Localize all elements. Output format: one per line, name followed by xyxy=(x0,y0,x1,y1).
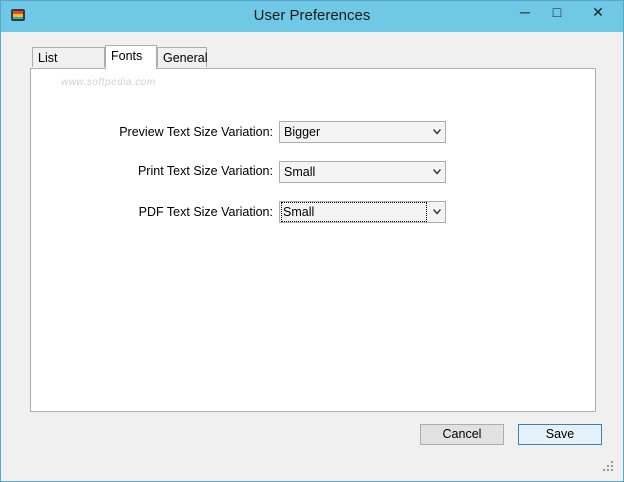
save-button[interactable]: Save xyxy=(518,424,602,445)
tab-list-options[interactable]: List Options xyxy=(32,47,105,85)
preview-size-select[interactable]: Bigger xyxy=(279,121,446,143)
dialog-client-area: List Options Fonts General www.softpedia… xyxy=(8,32,615,473)
print-size-value: Small xyxy=(284,165,316,179)
minimize-button[interactable]: ─ xyxy=(511,2,539,22)
watermark: www.softpedia.com xyxy=(61,77,156,88)
print-size-select[interactable]: Small xyxy=(279,161,446,183)
maximize-button[interactable]: □ xyxy=(543,2,571,22)
preview-size-label: Preview Text Size Variation: xyxy=(119,125,273,139)
pdf-size-value: Small xyxy=(281,202,427,222)
tab-fonts[interactable]: Fonts xyxy=(105,45,157,69)
fonts-tab-panel: www.softpedia.com Preview Text Size Vari… xyxy=(30,68,596,412)
user-preferences-window: User Preferences ─ □ ✕ List Options Font… xyxy=(0,0,624,482)
title-bar[interactable]: User Preferences ─ □ ✕ xyxy=(1,1,623,32)
preview-size-value: Bigger xyxy=(284,125,321,139)
print-size-label: Print Text Size Variation: xyxy=(137,164,273,178)
pdf-size-label: PDF Text Size Variation: xyxy=(138,205,273,219)
cancel-button[interactable]: Cancel xyxy=(420,424,504,445)
tab-general[interactable]: General xyxy=(157,47,207,67)
chevron-down-icon xyxy=(433,169,441,175)
pdf-size-select[interactable]: Small xyxy=(279,201,446,223)
chevron-down-icon xyxy=(433,129,441,135)
resize-grip-icon[interactable] xyxy=(603,461,613,471)
chevron-down-icon xyxy=(433,209,441,215)
close-button[interactable]: ✕ xyxy=(575,2,621,22)
